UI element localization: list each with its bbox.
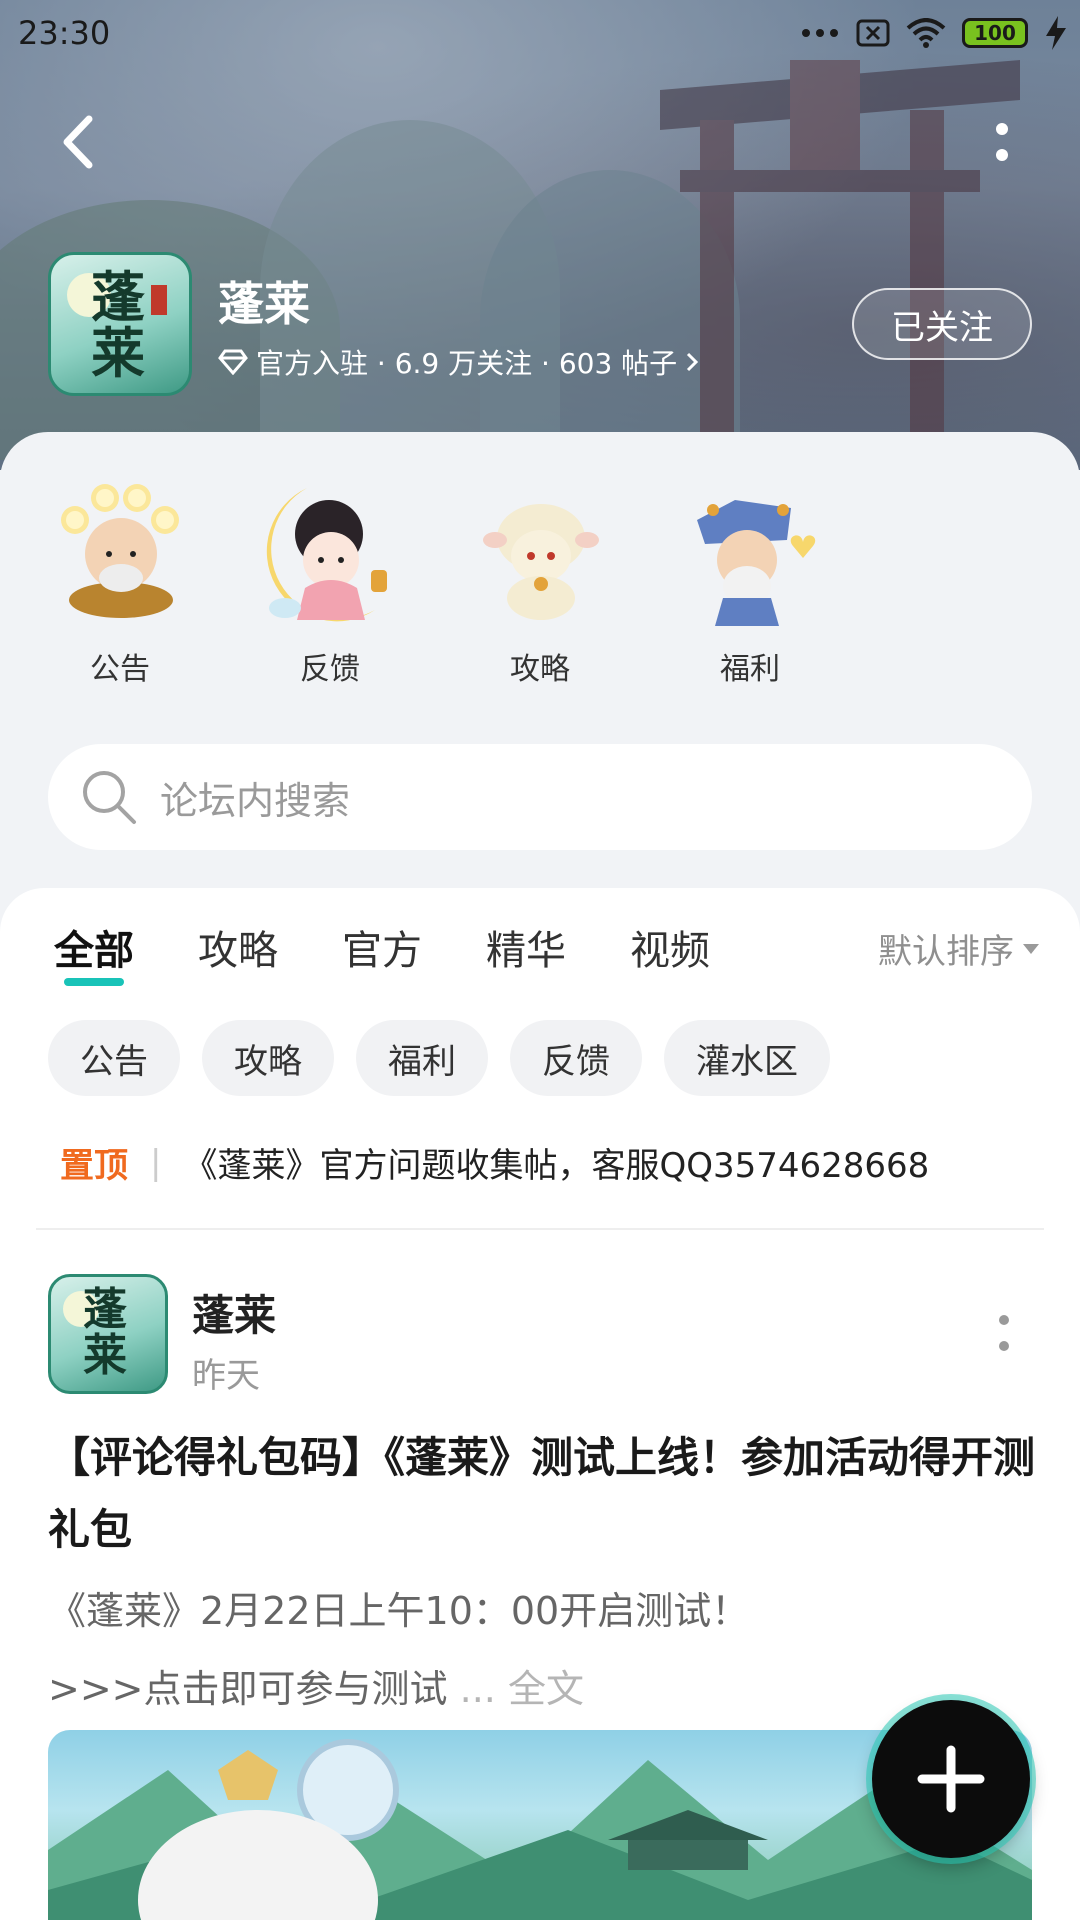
forum-meta-link[interactable]: 官方入驻 · 6.9 万关注 · 603 帖子: [218, 342, 699, 382]
post-excerpt-line-2: >>>点击即可参与测试 ... 全文: [48, 1650, 1028, 1728]
shortcut-welfare[interactable]: 福利: [670, 470, 830, 688]
back-button[interactable]: [48, 112, 108, 172]
status-icons: 100: [800, 16, 1068, 50]
pinned-separator: |: [150, 1142, 162, 1183]
sheep-character-icon: [483, 504, 599, 620]
active-tab-underline: [64, 978, 124, 986]
shortcut-announcement[interactable]: 公告: [40, 470, 200, 688]
elder-sage-character-icon: [697, 500, 816, 626]
pinned-title: 《蓬莱》官方问题收集帖，客服QQ3574628668: [183, 1146, 930, 1186]
shortcut-guide[interactable]: 攻略: [460, 470, 620, 688]
shortcut-feedback[interactable]: 反馈: [250, 470, 410, 688]
pinned-tag: 置顶: [60, 1146, 128, 1186]
tab-all[interactable]: 全部: [54, 918, 134, 986]
logo-text: 蓬莱: [91, 265, 145, 385]
more-options-button[interactable]: [972, 112, 1032, 172]
battery-indicator: 100: [962, 18, 1028, 48]
logo-seal: [151, 285, 167, 315]
caret-down-icon: [1023, 943, 1039, 954]
post-excerpt-line: 《蓬莱》2月22日上午10：00开启测试！: [48, 1589, 750, 1633]
tab-featured[interactable]: 精华: [486, 918, 566, 976]
chevron-right-icon: [687, 352, 699, 372]
charging-icon: [1046, 16, 1066, 50]
sim-off-icon: [856, 19, 890, 47]
post-excerpt-text: >>>点击即可参与测试: [48, 1667, 448, 1711]
search-icon: [83, 771, 136, 824]
sort-label: 默认排序: [878, 932, 1014, 972]
chip-guide[interactable]: 攻略: [202, 1020, 334, 1096]
forum-logo: 蓬莱: [48, 252, 192, 396]
search-placeholder: 论坛内搜索: [160, 778, 351, 823]
chip-announcement[interactable]: 公告: [48, 1020, 180, 1096]
forum-name: 蓬莱: [218, 277, 310, 331]
chip-welfare[interactable]: 福利: [356, 1020, 488, 1096]
tab-label: 精华: [486, 928, 566, 974]
sort-dropdown[interactable]: 默认排序: [878, 924, 1040, 973]
pinned-post[interactable]: 置顶 | 《蓬莱》官方问题收集帖，客服QQ3574628668: [60, 1138, 1040, 1187]
post-more-button[interactable]: [984, 1310, 1024, 1360]
tab-label: 攻略: [198, 928, 278, 974]
tab-official[interactable]: 官方: [342, 918, 422, 976]
shortcut-row: 公告 反馈 攻略 福利: [0, 470, 1080, 700]
post-title[interactable]: 【评论得礼包码】《蓬莱》测试上线！参加活动得开测礼包: [48, 1422, 1038, 1566]
chevron-left-icon: [63, 115, 93, 169]
shortcut-label: 公告: [90, 652, 150, 687]
chip-feedback[interactable]: 反馈: [510, 1020, 642, 1096]
read-more-link[interactable]: ... 全文: [460, 1667, 584, 1711]
status-bar: 23:30 100: [0, 0, 1080, 72]
monk-character-icon: [61, 484, 179, 618]
forum-meta-text: 官方入驻 · 6.9 万关注 · 603 帖子: [256, 347, 678, 380]
tab-label: 全部: [54, 928, 134, 974]
category-chips: 公告 攻略 福利 反馈 灌水区: [48, 1020, 830, 1096]
status-time: 23:30: [18, 14, 111, 52]
wifi-icon: [906, 18, 946, 48]
post-author-name[interactable]: 蓬莱: [192, 1282, 276, 1343]
tab-label: 视频: [630, 928, 710, 974]
post-author-avatar[interactable]: 蓬莱: [48, 1274, 168, 1394]
logo-text: 蓬莱: [83, 1284, 127, 1381]
shortcut-label: 反馈: [300, 652, 360, 687]
post-time: 昨天: [192, 1356, 260, 1396]
shortcut-label: 福利: [720, 652, 780, 687]
plus-icon: [917, 1745, 985, 1813]
tab-label: 官方: [342, 928, 422, 974]
vertical-dots-icon: [999, 1315, 1009, 1351]
forum-search-bar[interactable]: 论坛内搜索: [48, 744, 1032, 850]
create-post-button[interactable]: [872, 1700, 1030, 1858]
follow-button[interactable]: 已关注: [852, 288, 1032, 360]
post-excerpt[interactable]: 《蓬莱》2月22日上午10：00开启测试！ >>>点击即可参与测试 ... 全文: [48, 1572, 1028, 1728]
tab-video[interactable]: 视频: [630, 918, 710, 976]
diamond-verified-icon: [218, 349, 248, 375]
moon-maiden-character-icon: [266, 488, 387, 622]
more-dots-icon: [802, 29, 838, 37]
divider: [36, 1228, 1044, 1230]
chip-chat[interactable]: 灌水区: [664, 1020, 830, 1096]
vertical-dots-icon: [996, 123, 1008, 161]
shortcut-label: 攻略: [510, 652, 570, 687]
tab-guide[interactable]: 攻略: [198, 918, 278, 976]
